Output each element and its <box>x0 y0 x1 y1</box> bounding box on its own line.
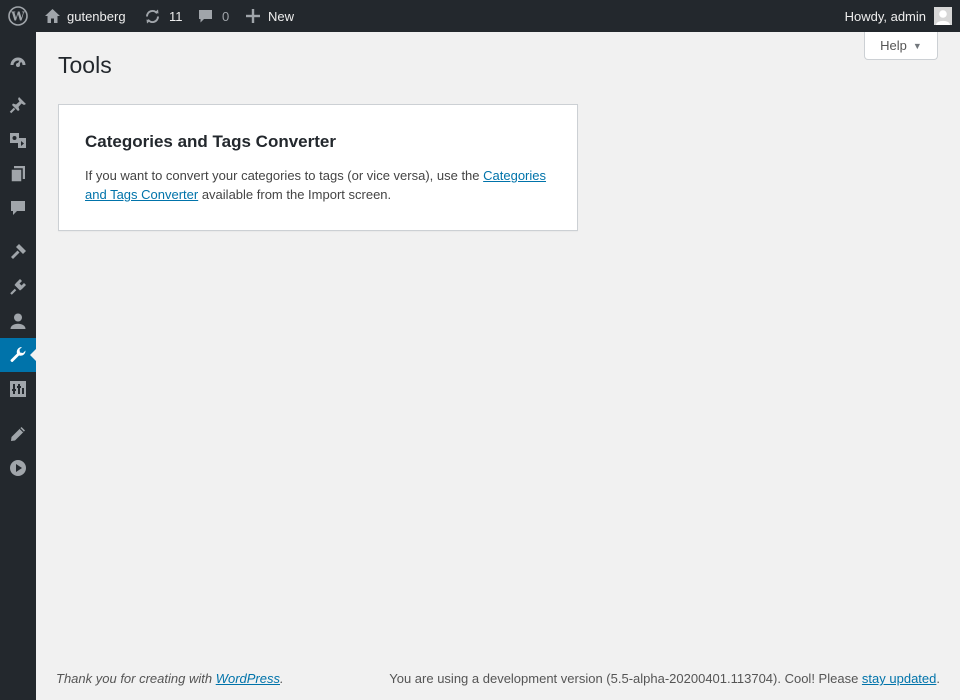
card-title: Categories and Tags Converter <box>85 132 336 151</box>
avatar <box>934 7 952 25</box>
card-text-after: available from the Import screen. <box>198 187 392 202</box>
updates-refresh-icon <box>145 9 160 23</box>
sidebar-item-dashboard[interactable] <box>0 44 36 78</box>
pages-icon <box>10 166 25 183</box>
wordpress-logo-menu[interactable]: W <box>0 0 36 32</box>
card-description: If you want to convert your categories t… <box>85 166 555 204</box>
edit-pencil-icon <box>11 427 25 441</box>
sidebar-item-tools[interactable] <box>0 338 36 372</box>
footer-thanks-suffix: . <box>280 671 284 686</box>
help-label: Help <box>880 38 907 53</box>
page-title: Tools <box>58 52 112 78</box>
footer-version-suffix: . <box>936 671 940 686</box>
admin-sidebar-menu <box>0 32 36 700</box>
svg-text:W: W <box>10 10 25 24</box>
home-icon <box>45 9 60 23</box>
card-text-before: If you want to convert your categories t… <box>85 168 484 183</box>
sidebar-item-appearance[interactable] <box>0 235 36 269</box>
wordpress-logo-icon: W <box>8 6 28 26</box>
footer-version: You are using a development version (5.5… <box>389 671 940 686</box>
howdy-label: Howdy, admin <box>844 8 926 24</box>
appearance-brush-icon <box>11 244 26 259</box>
dashboard-icon <box>10 57 26 67</box>
site-name-label: gutenberg <box>67 8 126 24</box>
comments-icon <box>11 201 25 215</box>
admin-bar: W gutenberg 11 0 New Howdy, admin <box>0 0 960 32</box>
sidebar-item-media[interactable] <box>0 123 36 157</box>
updates-link[interactable]: 11 <box>144 0 183 32</box>
avatar-person-icon <box>936 10 950 25</box>
sidebar-item-settings[interactable] <box>0 372 36 406</box>
site-name-link[interactable]: gutenberg <box>44 0 126 32</box>
sidebar-item-plugins[interactable] <box>0 270 36 304</box>
stay-updated-link[interactable]: stay updated <box>862 671 936 686</box>
posts-pin-icon <box>9 97 26 114</box>
tools-wrench-icon <box>10 346 26 363</box>
footer: Thank you for creating with WordPress. Y… <box>56 671 940 691</box>
sidebar-item-pages[interactable] <box>0 157 36 191</box>
users-icon <box>10 313 26 329</box>
media-icon <box>10 133 26 148</box>
plugins-icon <box>10 279 26 295</box>
sidebar-item-video[interactable] <box>0 451 36 485</box>
tool-card: Categories and Tags Converter If you wan… <box>58 104 578 231</box>
new-content-link[interactable]: New <box>246 0 294 32</box>
comment-bubble-icon <box>199 10 212 23</box>
sidebar-item-edit[interactable] <box>0 417 36 451</box>
footer-thanks-prefix: Thank you for creating with <box>56 671 216 686</box>
updates-count: 11 <box>169 8 183 24</box>
footer-thanks: Thank you for creating with WordPress. <box>56 671 284 686</box>
footer-version-prefix: You are using a development version (5.5… <box>389 671 862 686</box>
comments-link[interactable]: 0 <box>197 0 229 32</box>
comments-count: 0 <box>222 8 230 24</box>
play-circle-icon <box>10 460 26 476</box>
plus-icon <box>246 9 260 23</box>
sidebar-item-users[interactable] <box>0 304 36 338</box>
settings-icon <box>10 381 26 397</box>
my-account-link[interactable]: Howdy, admin <box>845 0 952 32</box>
new-label: New <box>268 8 295 24</box>
sidebar-item-posts[interactable] <box>0 88 36 122</box>
caret-down-icon: ▼ <box>912 40 922 51</box>
wordpress-link[interactable]: WordPress <box>216 671 280 686</box>
sidebar-item-comments[interactable] <box>0 191 36 225</box>
help-tab-button[interactable]: Help ▼ <box>864 32 938 60</box>
